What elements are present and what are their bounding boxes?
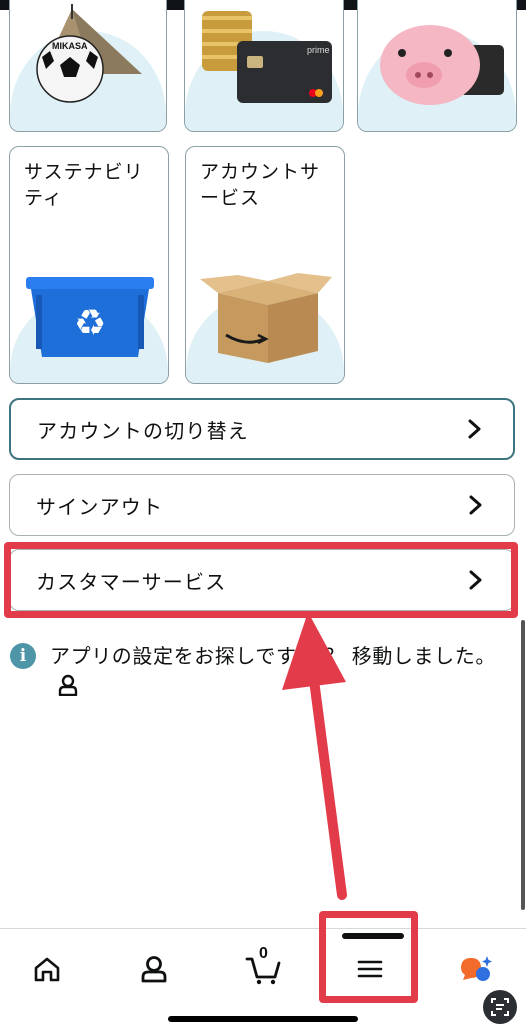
lens-button[interactable]	[483, 990, 517, 1024]
home-icon	[34, 957, 60, 982]
menu-highlight	[319, 911, 418, 1003]
nav-cart[interactable]: 0	[228, 929, 298, 1009]
nav-account[interactable]	[119, 929, 189, 1009]
annotation-arrow	[282, 612, 347, 900]
scrollbar[interactable]	[521, 620, 525, 910]
bottom-nav: 0	[0, 928, 526, 1024]
camera-search-icon	[491, 998, 509, 1016]
home-indicator	[168, 1016, 358, 1022]
account-icon	[141, 956, 167, 983]
nav-home[interactable]	[12, 929, 82, 1009]
rufus-icon	[461, 956, 492, 981]
cart-count: 0	[259, 945, 268, 962]
